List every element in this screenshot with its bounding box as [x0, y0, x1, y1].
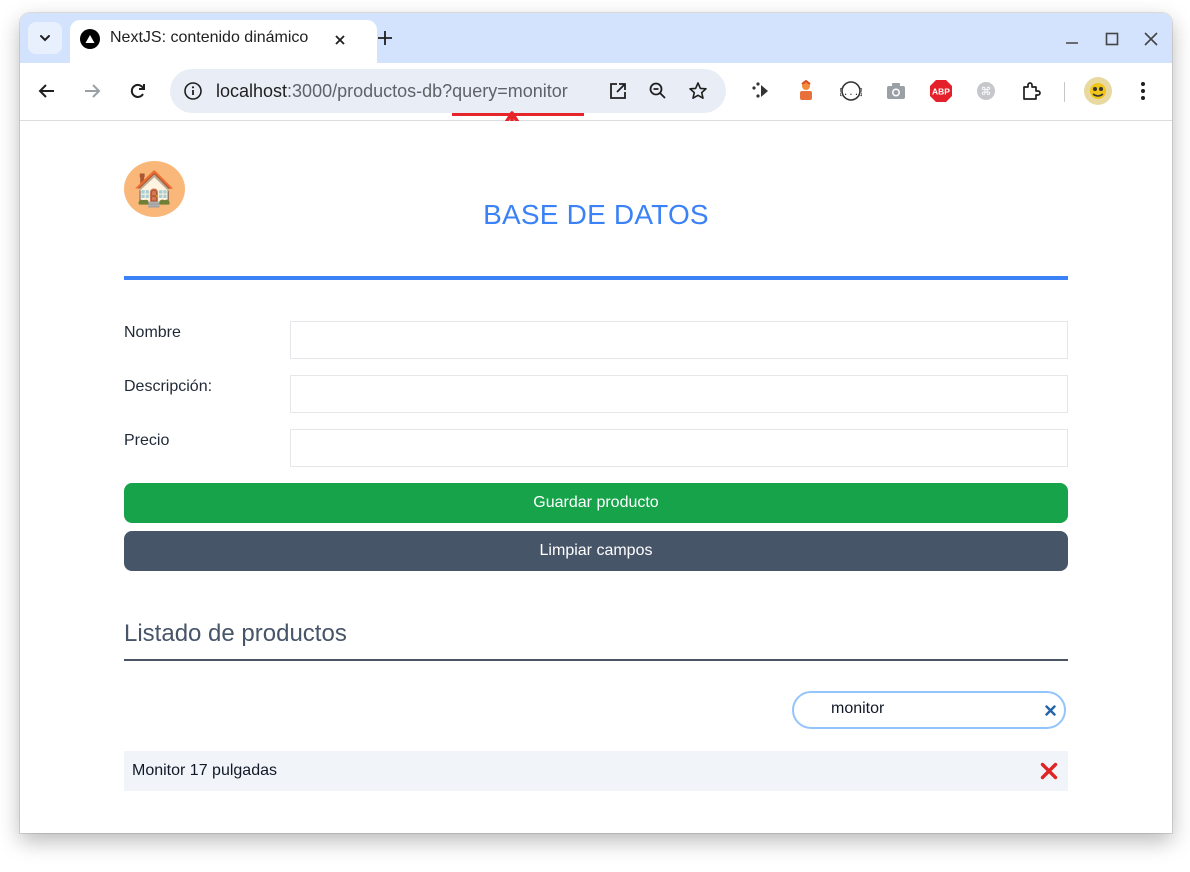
new-tab-icon[interactable]	[374, 27, 396, 49]
svg-text:ABP: ABP	[932, 87, 950, 97]
url-text[interactable]: localhost:3000/productos-db?query=monito…	[216, 81, 568, 102]
browser-toolbar: localhost:3000/productos-db?query=monito…	[20, 63, 1172, 121]
name-field[interactable]	[290, 321, 1068, 359]
back-arrow-icon[interactable]	[34, 78, 60, 104]
search-input[interactable]: monitor	[792, 691, 1066, 729]
list-divider	[124, 659, 1068, 661]
clear-fields-button[interactable]: Limpiar campos	[124, 531, 1068, 571]
page-title: BASE DE DATOS	[483, 199, 709, 230]
forward-arrow-icon[interactable]	[79, 78, 105, 104]
extension-code-icon[interactable]: {...}	[838, 78, 864, 104]
tab-title: NextJS: contenido dinámico	[110, 29, 309, 46]
title-divider	[124, 276, 1068, 280]
open-in-app-icon[interactable]	[605, 78, 631, 104]
extension-figure-icon[interactable]	[793, 78, 819, 104]
toolbar-divider	[1064, 82, 1065, 102]
profile-avatar[interactable]	[1084, 77, 1112, 105]
url-path: :3000/productos-db?query=monitor	[287, 81, 568, 101]
product-name: Monitor 17 pulgadas	[132, 762, 277, 779]
extensions-puzzle-icon[interactable]	[1018, 78, 1044, 104]
price-field[interactable]	[290, 429, 1068, 467]
page-content: 🏠 BASE DE DATOS Nombre Descripción: Prec…	[20, 121, 1172, 833]
extension-command-icon[interactable]: ⌘	[973, 78, 999, 104]
tab-strip: NextJS: contenido dinámico	[20, 13, 1172, 63]
camera-icon[interactable]	[883, 78, 909, 104]
chevron-down-icon	[40, 35, 50, 42]
product-list-title: Listado de productos	[124, 620, 347, 647]
adblock-icon[interactable]: ABP	[928, 78, 954, 104]
nextjs-favicon-icon	[80, 29, 100, 49]
browser-menu-icon[interactable]	[1130, 78, 1156, 104]
tab-search-button[interactable]	[28, 22, 62, 54]
maximize-icon[interactable]	[1100, 27, 1124, 51]
site-info-icon[interactable]	[180, 78, 206, 104]
svg-text:{...}: {...}	[840, 88, 862, 98]
svg-text:⌘: ⌘	[981, 85, 992, 98]
minimize-icon[interactable]	[1060, 27, 1084, 51]
search-value: monitor	[831, 700, 885, 717]
bookmark-star-icon[interactable]	[685, 78, 711, 104]
url-host: localhost	[216, 81, 288, 101]
list-item: Monitor 17 pulgadas	[124, 751, 1068, 791]
clear-search-icon[interactable]	[1042, 702, 1058, 718]
close-window-icon[interactable]	[1139, 27, 1163, 51]
description-label: Descripción:	[124, 378, 213, 395]
save-product-button[interactable]: Guardar producto	[124, 483, 1068, 523]
zoom-icon[interactable]	[645, 78, 671, 104]
description-field[interactable]	[290, 375, 1068, 413]
name-label: Nombre	[124, 324, 181, 341]
price-label: Precio	[124, 432, 170, 449]
extension-arrow-icon[interactable]	[748, 78, 774, 104]
browser-window: NextJS: contenido dinámico localhost:300…	[20, 13, 1172, 833]
active-tab[interactable]: NextJS: contenido dinámico	[70, 20, 377, 63]
reload-icon[interactable]	[125, 78, 151, 104]
delete-cross-icon[interactable]	[1038, 760, 1060, 782]
close-tab-icon[interactable]	[330, 30, 350, 50]
address-bar[interactable]: localhost:3000/productos-db?query=monito…	[170, 69, 726, 113]
